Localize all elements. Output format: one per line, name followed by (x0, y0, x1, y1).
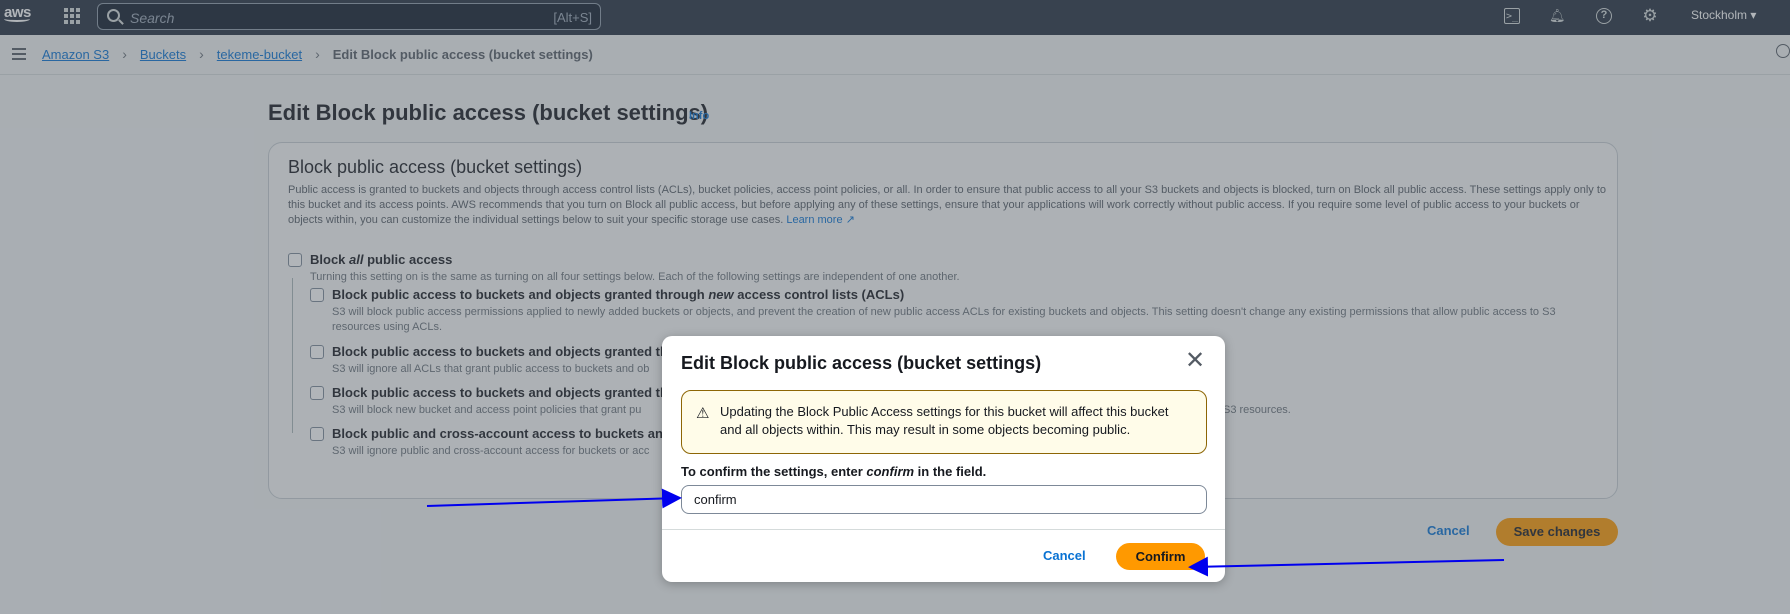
annotation-arrow-input (426, 488, 682, 509)
annotation-arrow-confirm (1188, 556, 1505, 577)
annotation-arrows (426, 488, 1505, 577)
